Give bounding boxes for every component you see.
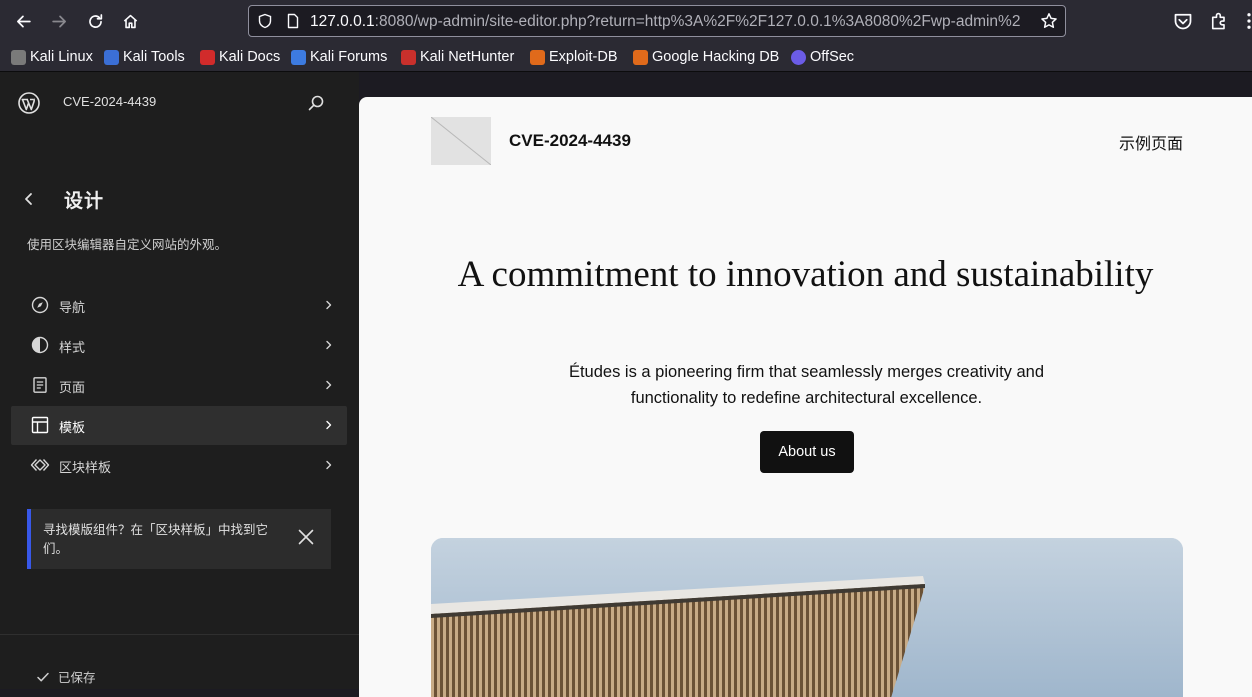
- site-editor-sidebar: CVE-2024-4439 设计 使用区块编辑器自定义网站的外观。 导航 样式 …: [0, 72, 359, 689]
- pattern-notice: 寻找模版组件？在「区块样板」中找到它们。: [27, 509, 331, 569]
- menu-item-templates[interactable]: 模板: [11, 406, 347, 445]
- hero-image[interactable]: [431, 538, 1183, 697]
- kali-docs-favicon-icon: [200, 49, 215, 65]
- about-us-button[interactable]: About us: [760, 431, 854, 473]
- search-icon[interactable]: [306, 93, 326, 113]
- wordpress-logo-icon[interactable]: [18, 92, 40, 114]
- url-bar[interactable]: 127.0.0.1:8080/wp-admin/site-editor.php?…: [248, 5, 1066, 37]
- chevron-right-icon: [326, 420, 332, 430]
- ghdb-favicon-icon: [633, 49, 648, 65]
- hero-paragraph[interactable]: Études is a pioneering firm that seamles…: [531, 359, 1082, 411]
- kali-linux-favicon-icon: [11, 49, 26, 65]
- notice-text: 寻找模版组件？在「区块样板」中找到它们。: [43, 522, 269, 556]
- offsec-favicon-icon: [791, 49, 806, 65]
- save-status-label: 已保存: [58, 670, 96, 685]
- page-info-icon[interactable]: [285, 13, 301, 29]
- chevron-right-icon: [326, 300, 332, 310]
- bookmark-exploit-db[interactable]: Exploit-DB: [530, 48, 618, 66]
- menu-item-label: 区块样板: [59, 461, 112, 476]
- kali-nethunter-favicon-icon: [401, 49, 416, 65]
- architecture-photo-icon: [431, 538, 1183, 697]
- chevron-right-icon: [326, 380, 332, 390]
- menu-item-patterns[interactable]: 区块样板: [11, 446, 347, 485]
- close-icon[interactable]: [297, 528, 315, 546]
- pocket-icon[interactable]: [1173, 11, 1193, 31]
- site-logo-placeholder[interactable]: [431, 117, 491, 165]
- exploit-db-favicon-icon: [530, 49, 545, 65]
- kali-tools-favicon-icon: [104, 49, 119, 65]
- menu-item-label: 导航: [59, 301, 86, 316]
- chevron-right-icon: [326, 460, 332, 470]
- template-icon: [31, 416, 49, 434]
- section-description: 使用区块编辑器自定义网站的外观。: [27, 237, 228, 252]
- shield-icon[interactable]: [257, 13, 273, 29]
- site-preview-canvas[interactable]: CVE-2024-4439 示例页面 A commitment to innov…: [359, 97, 1252, 697]
- menu-item-label: 页面: [59, 381, 86, 396]
- bookmark-kali-forums[interactable]: Kali Forums: [291, 48, 387, 66]
- bookmark-kali-tools[interactable]: Kali Tools: [104, 48, 185, 66]
- back-chevron-icon[interactable]: [18, 188, 40, 210]
- save-status: 已保存: [36, 667, 96, 686]
- chevron-right-icon: [326, 340, 332, 350]
- overflow-menu-icon[interactable]: [1244, 11, 1252, 31]
- page-icon: [33, 377, 47, 393]
- menu-item-styles[interactable]: 样式: [11, 326, 347, 365]
- section-title: 设计: [64, 190, 105, 212]
- preview-site-title[interactable]: CVE-2024-4439: [509, 131, 631, 151]
- bookmark-google-hacking-db[interactable]: Google Hacking DB: [633, 48, 779, 66]
- forward-arrow-icon[interactable]: [47, 9, 71, 33]
- styles-icon: [31, 336, 49, 354]
- symbol-icon: [30, 459, 50, 471]
- extensions-icon[interactable]: [1209, 11, 1229, 31]
- logo-placeholder-icon: [431, 117, 491, 165]
- home-icon[interactable]: [118, 9, 142, 33]
- menu-item-navigation[interactable]: 导航: [11, 286, 347, 325]
- preview-nav-link[interactable]: 示例页面: [1119, 130, 1183, 154]
- bookmark-offsec[interactable]: OffSec: [791, 48, 854, 66]
- navigation-icon: [31, 296, 49, 314]
- back-arrow-icon[interactable]: [11, 9, 35, 33]
- menu-item-pages[interactable]: 页面: [11, 366, 347, 405]
- bookmark-star-icon[interactable]: [1040, 12, 1058, 30]
- menu-item-label: 模板: [59, 421, 86, 436]
- reload-icon[interactable]: [83, 9, 107, 33]
- sidebar-divider: [0, 634, 359, 635]
- menu-item-label: 样式: [59, 341, 86, 356]
- site-title[interactable]: CVE-2024-4439: [63, 94, 156, 109]
- bookmark-kali-linux[interactable]: Kali Linux: [11, 48, 93, 66]
- bookmark-kali-nethunter[interactable]: Kali NetHunter: [401, 48, 514, 66]
- browser-toolbar: 127.0.0.1:8080/wp-admin/site-editor.php?…: [0, 0, 1252, 42]
- url-text[interactable]: 127.0.0.1:8080/wp-admin/site-editor.php?…: [310, 12, 1035, 32]
- kali-forums-favicon-icon: [291, 49, 306, 65]
- bookmark-kali-docs[interactable]: Kali Docs: [200, 48, 280, 66]
- check-icon: [37, 672, 49, 681]
- hero-heading[interactable]: A commitment to innovation and sustainab…: [359, 253, 1252, 296]
- bookmarks-bar: Kali Linux Kali Tools Kali Docs Kali For…: [0, 42, 1252, 72]
